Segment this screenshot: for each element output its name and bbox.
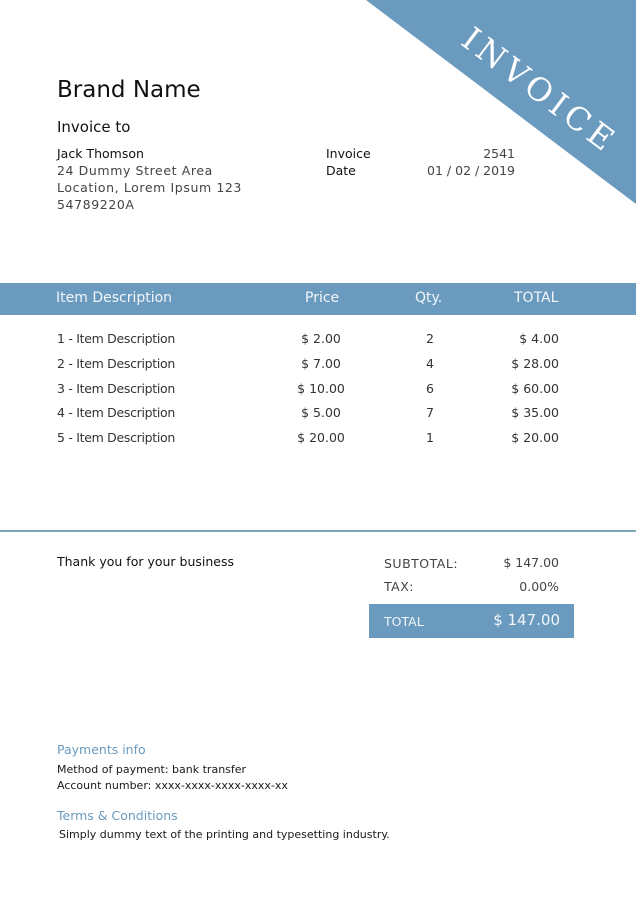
header-price: Price <box>305 290 340 306</box>
row-description: 1 - Item Description <box>57 331 176 346</box>
section-divider <box>0 530 636 532</box>
row-price: $ 10.00 <box>297 381 345 396</box>
row-qty: 7 <box>426 405 434 420</box>
row-total: $ 28.00 <box>511 356 559 371</box>
table-row: 5 - Item Description $ 20.00 1 $ 20.00 <box>0 430 636 450</box>
table-row: 3 - Item Description $ 10.00 6 $ 60.00 <box>0 381 636 401</box>
row-total: $ 35.00 <box>511 405 559 420</box>
header-qty: Qty. <box>415 290 443 306</box>
terms-text: Simply dummy text of the printing and ty… <box>59 828 390 841</box>
items-table-header: Item Description Price Qty. TOTAL <box>0 283 636 315</box>
payments-info-title: Payments info <box>57 742 146 757</box>
grand-total-value: $ 147.00 <box>493 611 560 629</box>
row-total: $ 60.00 <box>511 381 559 396</box>
grand-total-box: TOTAL $ 147.00 <box>369 604 574 638</box>
table-row: 4 - Item Description $ 5.00 7 $ 35.00 <box>0 405 636 425</box>
row-qty: 6 <box>426 381 434 396</box>
row-price: $ 7.00 <box>301 356 341 371</box>
row-qty: 2 <box>426 331 434 346</box>
invoice-number-value: 2541 <box>483 146 515 161</box>
invoice-to-heading: Invoice to <box>57 118 131 136</box>
client-address-line2: Location, Lorem Ipsum 123 <box>57 180 242 195</box>
header-description: Item Description <box>56 290 173 306</box>
subtotal-label: SUBTOTAL: <box>384 556 459 571</box>
row-description: 3 - Item Description <box>57 381 176 396</box>
terms-title: Terms & Conditions <box>57 808 178 823</box>
table-row: 2 - Item Description $ 7.00 4 $ 28.00 <box>0 356 636 376</box>
client-name: Jack Thomson <box>57 146 144 161</box>
tax-value: 0.00% <box>519 579 559 594</box>
row-price: $ 2.00 <box>301 331 341 346</box>
row-description: 5 - Item Description <box>57 430 176 445</box>
invoice-number-label: Invoice <box>326 146 371 161</box>
row-price: $ 5.00 <box>301 405 341 420</box>
brand-name: Brand Name <box>57 77 201 103</box>
account-number: Account number: xxxx-xxxx-xxxx-xxxx-xx <box>57 779 288 792</box>
header-total: TOTAL <box>514 290 559 306</box>
row-description: 2 - Item Description <box>57 356 176 371</box>
row-total: $ 4.00 <box>519 331 559 346</box>
grand-total-label: TOTAL <box>384 614 424 629</box>
row-qty: 4 <box>426 356 434 371</box>
row-total: $ 20.00 <box>511 430 559 445</box>
row-qty: 1 <box>426 430 434 445</box>
client-address-line1: 24 Dummy Street Area <box>57 163 213 178</box>
subtotal-value: $ 147.00 <box>503 555 559 570</box>
row-price: $ 20.00 <box>297 430 345 445</box>
date-value: 01 / 02 / 2019 <box>427 163 515 178</box>
date-label: Date <box>326 163 356 178</box>
thank-you-note: Thank you for your business <box>57 554 235 569</box>
payment-method: Method of payment: bank transfer <box>57 763 247 776</box>
table-row: 1 - Item Description $ 2.00 2 $ 4.00 <box>0 331 636 351</box>
client-id: 54789220A <box>57 197 135 212</box>
row-description: 4 - Item Description <box>57 405 176 420</box>
tax-label: TAX: <box>384 579 414 594</box>
